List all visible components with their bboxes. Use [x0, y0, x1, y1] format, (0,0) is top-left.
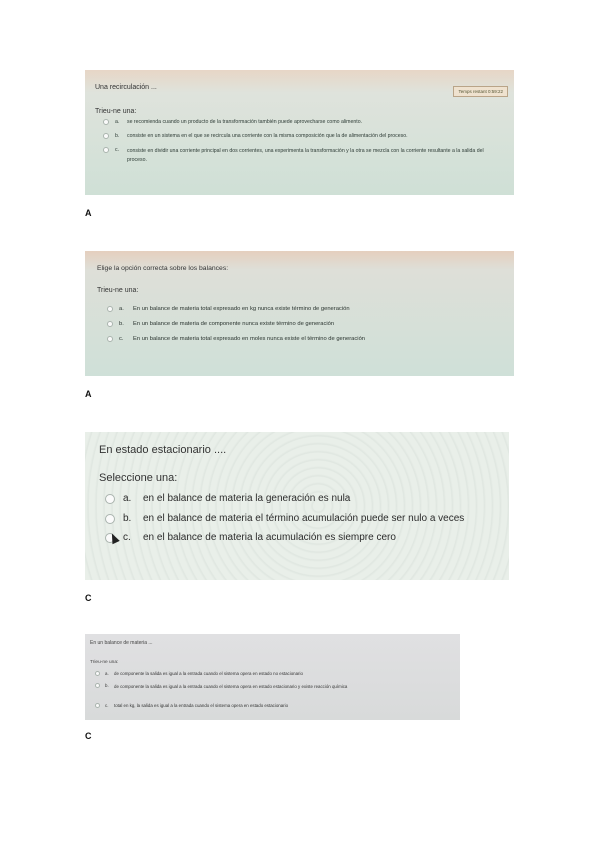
- radio-button[interactable]: [103, 119, 109, 125]
- radio-button[interactable]: [103, 133, 109, 139]
- radio-button[interactable]: [107, 336, 113, 342]
- option-text: consiste en dividir una corriente princi…: [127, 148, 484, 163]
- document-page: { "shots": [ { "question": "Una recircul…: [0, 0, 599, 848]
- option-letter: b.: [115, 133, 120, 139]
- option-b[interactable]: b. en el balance de materia el término a…: [105, 513, 464, 524]
- radio-button[interactable]: [107, 306, 113, 312]
- answer-label: C: [85, 593, 92, 603]
- option-text: de componente la salida es igual a la en…: [114, 684, 348, 689]
- option-text: En un balance de materia de componente n…: [133, 321, 335, 327]
- radio-button[interactable]: [107, 321, 113, 327]
- option-text: En un balance de materia total expresado…: [133, 306, 350, 312]
- option-text: de componente la salida es igual a la en…: [114, 671, 303, 676]
- option-c[interactable]: c. total en kg, la salida es igual a la …: [95, 703, 288, 708]
- option-letter: c.: [105, 703, 109, 708]
- option-b[interactable]: b. de componente la salida es igual a la…: [95, 683, 454, 690]
- option-text: en el balance de materia la generación e…: [143, 493, 351, 504]
- option-letter: b.: [105, 683, 109, 688]
- question-text: En un balance de materia ...: [90, 640, 153, 646]
- quiz-screenshot-1: Una recirculación ... Temps restant 0:59…: [85, 70, 514, 195]
- radio-button[interactable]: [95, 703, 100, 708]
- quiz-screenshot-2: Elige la opción correcta sobre los balan…: [85, 251, 514, 376]
- option-b[interactable]: b. En un balance de materia de component…: [107, 321, 334, 327]
- timer-badge: Temps restant 0:59:22: [453, 86, 508, 97]
- answer-label: C: [85, 731, 92, 741]
- option-letter: c.: [119, 336, 124, 342]
- option-c[interactable]: c. consiste en dividir una corriente pri…: [103, 147, 502, 165]
- answer-label: A: [85, 389, 92, 399]
- option-b[interactable]: b. consiste en un sistema en el que se r…: [103, 133, 408, 139]
- radio-button[interactable]: [95, 671, 100, 676]
- answer-label: A: [85, 208, 92, 218]
- option-letter: b.: [119, 321, 124, 327]
- option-letter: a.: [115, 119, 120, 125]
- option-text: en el balance de materia la acumulación …: [143, 532, 396, 543]
- option-c[interactable]: c. en el balance de materia la acumulaci…: [105, 532, 396, 543]
- radio-button[interactable]: [95, 683, 100, 688]
- choose-one-label: Seleccione una:: [99, 472, 178, 484]
- option-a[interactable]: a. en el balance de materia la generació…: [105, 493, 350, 504]
- option-text: en el balance de materia el término acum…: [143, 513, 465, 524]
- option-text: se recomienda cuando un producto de la t…: [127, 119, 363, 125]
- option-letter: c.: [115, 147, 120, 153]
- question-text: En estado estacionario ....: [99, 444, 227, 456]
- quiz-screenshot-4: En un balance de materia ... Trieu-ne un…: [85, 634, 460, 720]
- option-text: consiste en un sistema en el que se reci…: [127, 133, 408, 139]
- radio-button[interactable]: [105, 494, 115, 504]
- option-c[interactable]: c. En un balance de materia total expres…: [107, 336, 365, 342]
- option-a[interactable]: a. de componente la salida es igual a la…: [95, 671, 303, 676]
- question-text: Elige la opción correcta sobre los balan…: [97, 265, 229, 272]
- option-letter: c.: [123, 532, 131, 543]
- choose-one-label: Trieu-ne una:: [90, 660, 119, 665]
- question-text: Una recirculación ...: [95, 84, 157, 91]
- option-text: En un balance de materia total expresado…: [133, 336, 366, 342]
- choose-one-label: Trieu-ne una:: [97, 287, 139, 294]
- option-letter: a.: [105, 671, 109, 676]
- radio-button[interactable]: [103, 147, 109, 153]
- option-a[interactable]: a. se recomienda cuando un producto de l…: [103, 119, 362, 125]
- option-letter: a.: [123, 493, 132, 504]
- option-letter: b.: [123, 513, 132, 524]
- choose-one-label: Trieu-ne una:: [95, 108, 137, 115]
- quiz-screenshot-3: En estado estacionario .... Seleccione u…: [85, 432, 509, 580]
- radio-button[interactable]: [105, 514, 115, 524]
- option-letter: a.: [119, 306, 124, 312]
- option-a[interactable]: a. En un balance de materia total expres…: [107, 306, 350, 312]
- option-text: total en kg, la salida es igual a la ent…: [114, 703, 289, 708]
